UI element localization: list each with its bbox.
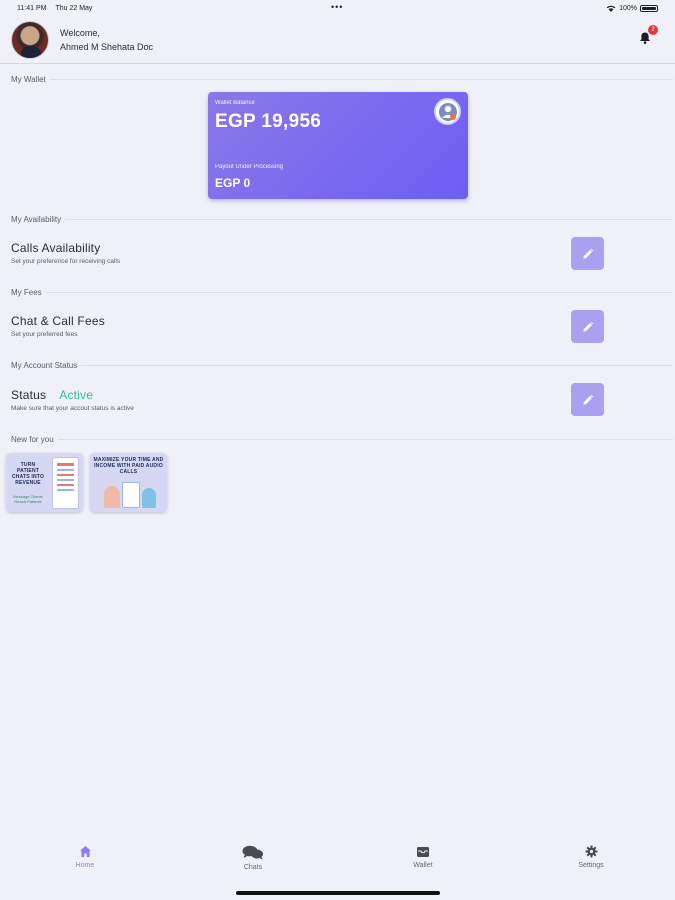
section-label-fees: My Fees <box>11 288 673 297</box>
nav-label-home: Home <box>75 862 95 869</box>
section-title: My Fees <box>11 288 42 297</box>
account-status-row: Status Active Make sure that your accout … <box>11 388 611 412</box>
fees-subtitle: Set your preferred fees <box>11 331 78 338</box>
section-label-availability: My Availability <box>11 215 673 224</box>
nav-item-home[interactable]: Home <box>55 845 115 869</box>
wifi-icon <box>606 5 616 12</box>
chats-icon <box>242 845 263 860</box>
bottom-navigation: Home Chats Wallet Settings <box>0 845 675 885</box>
audio-call-illustration <box>100 480 158 508</box>
nav-item-settings[interactable]: Settings <box>561 845 621 869</box>
doctor-profile-icon <box>434 98 461 125</box>
edit-account-status-button[interactable] <box>571 383 604 416</box>
calls-availability-row: Calls Availability Set your preference f… <box>11 241 611 265</box>
account-status-title: Status <box>11 388 47 402</box>
wallet-balance-value: EGP 19,956 <box>215 111 322 132</box>
calls-availability-title: Calls Availability <box>11 241 101 255</box>
payout-label: Payout Under Processing <box>215 164 284 170</box>
home-indicator[interactable] <box>236 891 440 895</box>
nav-item-chats[interactable]: Chats <box>223 845 283 871</box>
pencil-icon <box>583 248 593 258</box>
wallet-balance-label: Wallet Balance <box>215 100 255 106</box>
account-status-subtitle: Make sure that your accout status is act… <box>11 405 134 412</box>
section-label-account: My Account Status <box>11 361 673 370</box>
status-date: Thu 22 May <box>55 4 93 12</box>
calls-availability-subtitle: Set your preference for receiving calls <box>11 258 121 265</box>
promo-headline: TURN PATIENT CHATS INTO REVENUE <box>11 462 45 486</box>
pencil-icon <box>583 394 593 404</box>
battery-icon <box>640 4 658 12</box>
nav-label-settings: Settings <box>578 862 604 869</box>
section-label-wallet: My Wallet <box>11 75 673 84</box>
battery-percent: 100% <box>619 4 637 12</box>
notifications-button[interactable]: 2 <box>638 25 658 45</box>
wallet-icon <box>417 847 429 857</box>
welcome-text: Welcome, <box>60 27 100 38</box>
notification-badge: 2 <box>648 25 658 35</box>
nav-item-wallet[interactable]: Wallet <box>393 845 453 869</box>
wallet-balance-card[interactable]: Wallet Balance EGP 19,956 Payout Under P… <box>208 92 468 199</box>
fees-row: Chat & Call Fees Set your preferred fees <box>11 314 611 338</box>
status-bar: 11:41 PM Thu 22 May ••• 100% <box>0 0 675 16</box>
multitasking-dots-icon[interactable]: ••• <box>331 3 343 12</box>
avatar[interactable] <box>11 20 49 59</box>
pencil-icon <box>583 321 593 331</box>
promo-card-calls[interactable]: MAXIMIZE YOUR TIME AND INCOME WITH PAID … <box>90 453 167 512</box>
edit-fees-button[interactable] <box>571 310 604 343</box>
section-title: My Account Status <box>11 361 78 370</box>
user-name: Ahmed M Shehata Doc <box>60 41 154 52</box>
nav-label-chats: Chats <box>243 864 263 871</box>
section-title: My Availability <box>11 215 62 224</box>
home-icon <box>79 846 91 857</box>
section-label-new: New for you <box>11 435 673 444</box>
phone-mockup-image <box>52 457 79 509</box>
status-badge: Active <box>59 388 94 402</box>
promo-headline: MAXIMIZE YOUR TIME AND INCOME WITH PAID … <box>93 457 164 475</box>
fees-title: Chat & Call Fees <box>11 314 105 328</box>
status-time: 11:41 PM <box>17 4 47 12</box>
edit-availability-button[interactable] <box>571 237 604 270</box>
welcome-block: Welcome, Ahmed M Shehata Doc <box>60 26 153 54</box>
promo-card-chats[interactable]: TURN PATIENT CHATS INTO REVENUE Message … <box>6 453 83 512</box>
nav-label-wallet: Wallet <box>413 862 433 869</box>
section-title: New for you <box>11 435 54 444</box>
gear-icon <box>585 845 597 858</box>
app-header: Welcome, Ahmed M Shehata Doc 2 <box>0 16 675 64</box>
section-title: My Wallet <box>11 75 46 84</box>
payout-value: EGP 0 <box>215 176 251 190</box>
account-status-line: Status Active <box>11 388 611 402</box>
promo-tagline: Message Clients Reach Patients <box>13 494 43 504</box>
